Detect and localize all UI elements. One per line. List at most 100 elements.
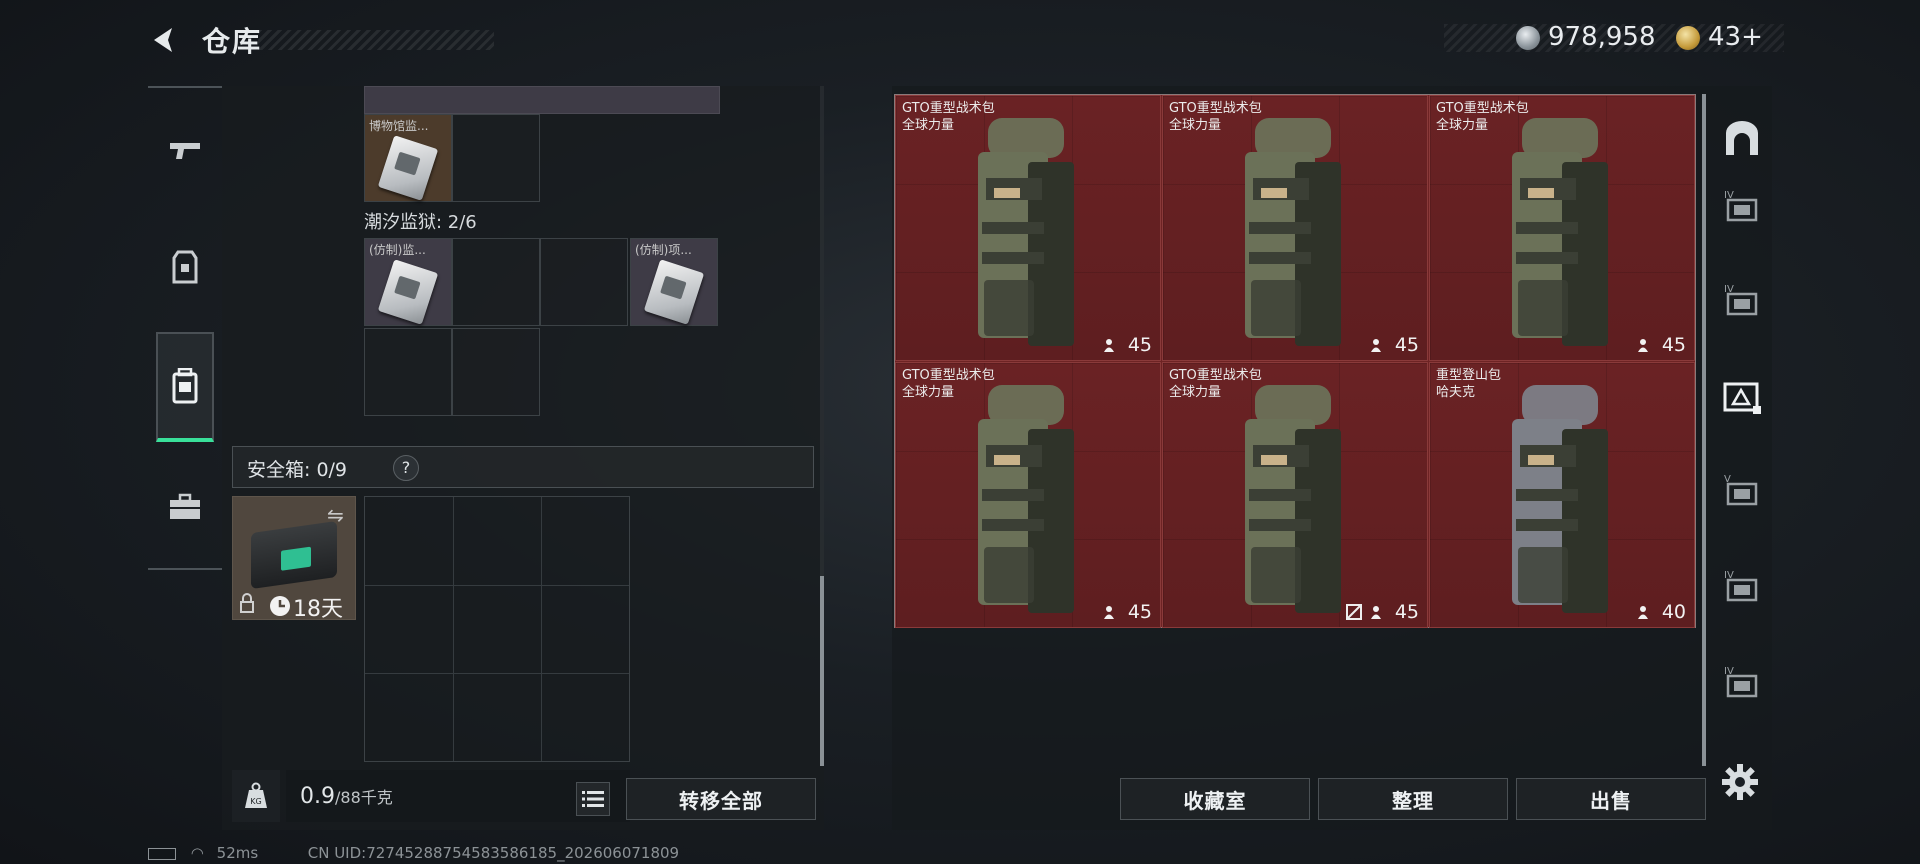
left-scrollbar-thumb[interactable] [820, 576, 824, 766]
storage-tab-4[interactable]: IV [1720, 564, 1764, 608]
briefcase-icon [170, 493, 200, 519]
settings-gear-icon[interactable] [1720, 762, 1760, 802]
backpack-name: GTO重型战术包 全球力量 [1169, 101, 1262, 133]
backpack-item-cell[interactable]: GTO重型战术包 全球力量 45 [895, 362, 1161, 628]
battery-icon [148, 847, 176, 860]
backpack-name: GTO重型战术包 全球力量 [1169, 368, 1262, 400]
storage-tab-active[interactable] [1720, 374, 1764, 418]
backpack-item-cell[interactable]: GTO重型战术包 全球力量 45 [1162, 362, 1428, 628]
weight-readout: 0.9/88千克 [300, 784, 393, 809]
backpack-name: GTO重型战术包 全球力量 [902, 101, 995, 133]
storage-tab-1[interactable]: IV [1720, 184, 1764, 228]
empty-slot[interactable] [452, 238, 540, 326]
durability-icon [1371, 339, 1381, 352]
weight-max: /88千克 [335, 788, 393, 807]
durability-icon [1638, 606, 1648, 619]
nav-case[interactable] [156, 462, 214, 552]
backpack-image [978, 118, 1074, 346]
backpack-item-cell[interactable]: GTO重型战术包 全球力量 45 [1162, 95, 1428, 361]
back-arrow-icon[interactable] [146, 22, 182, 58]
backpack-image [978, 385, 1074, 613]
durability-icon [1371, 606, 1381, 619]
backpack-grid: GTO重型战术包 全球力量 45 GTO重型战术包 全球力量 45 GTO重型战… [894, 94, 1696, 628]
backpack-value: 45 [1394, 334, 1419, 356]
safe-box-grid[interactable] [364, 496, 630, 762]
weight-icon: KG [245, 782, 267, 808]
backpack-value: 45 [1127, 334, 1152, 356]
storage-crate-active-icon [1723, 382, 1761, 414]
safe-case-image [251, 520, 337, 590]
tidal-prison-label: 潮汐监狱: 2/6 [364, 212, 477, 233]
case-days-left: 18天 [293, 597, 343, 622]
backpack-value: 40 [1661, 601, 1686, 623]
silver-coin-icon [1516, 26, 1540, 50]
storage-tab-5[interactable]: IV [1720, 660, 1764, 704]
durability-icon [1104, 339, 1114, 352]
backpack-item-cell[interactable]: GTO重型战术包 全球力量 45 [1429, 95, 1695, 361]
storage-crate-icon: V [1724, 474, 1758, 506]
backpack-name: GTO重型战术包 全球力量 [902, 368, 995, 400]
page-title: 仓库 [202, 25, 263, 58]
nav-armor[interactable] [156, 222, 214, 312]
museum-item-slot[interactable]: 博物馆监... [364, 114, 452, 202]
backpack-image [1512, 385, 1608, 613]
item-label: (仿制)项... [635, 243, 692, 257]
status-bar: ◠ 52ms CN UID:7274528875458358618​5_2026… [148, 844, 679, 862]
safe-box-header: 安全箱: 0/9 ? [232, 446, 814, 488]
transfer-all-button[interactable]: 转移全部 [626, 778, 816, 820]
storage-tab-3[interactable]: V [1720, 468, 1764, 512]
durability-icon [1638, 339, 1648, 352]
right-storage-nav: IV IV V IV IV [1708, 94, 1772, 766]
item-label: (仿制)监... [369, 243, 426, 257]
clock-icon [270, 596, 290, 616]
empty-slot[interactable] [452, 328, 540, 416]
backpack-image [1512, 118, 1608, 346]
list-icon [582, 791, 604, 807]
safe-case-tile[interactable]: ⇋ 18天 [232, 496, 356, 622]
list-view-button[interactable] [576, 782, 610, 816]
backpack-image [1245, 118, 1341, 346]
storage-crate-icon: IV [1724, 284, 1758, 316]
backpack-item-cell[interactable]: GTO重型战术包 全球力量 45 [895, 95, 1161, 361]
nav-backpack[interactable] [156, 332, 214, 442]
tidal-item-slot[interactable]: (仿制)项... [630, 238, 718, 326]
backpack-name: GTO重型战术包 全球力量 [1436, 101, 1529, 133]
gold-amount[interactable]: 43+ [1708, 22, 1763, 52]
ping-readout: 52ms [216, 844, 259, 862]
storage-tab-2[interactable]: IV [1720, 278, 1764, 322]
title-decoration [258, 30, 494, 50]
storage-crate-icon: IV [1724, 570, 1758, 602]
weight-icon-box: KG [232, 770, 280, 822]
svg-text:KG: KG [250, 797, 261, 806]
backpack-item-cell[interactable]: 重型登山包 哈夫克 40 [1429, 362, 1695, 628]
backpack-value: 45 [1661, 334, 1686, 356]
collection-room-button[interactable]: 收藏室 [1120, 778, 1310, 820]
empty-slot[interactable] [452, 114, 540, 202]
backpack-value: 45 [1127, 601, 1152, 623]
armor-vest-icon [172, 250, 198, 284]
storage-crate-icon: IV [1724, 666, 1758, 698]
storage-tab-home[interactable] [1720, 116, 1764, 160]
sell-button[interactable]: 出售 [1516, 778, 1706, 820]
storage-crate-icon: IV [1724, 190, 1758, 222]
durability-icon [1104, 606, 1114, 619]
empty-slot[interactable] [540, 238, 628, 326]
backpack-value: 45 [1394, 601, 1419, 623]
swap-icon[interactable]: ⇋ [327, 503, 344, 527]
uid-readout: CN UID:7274528875458358618​5_20260607180… [307, 844, 680, 862]
empty-slot[interactable] [364, 328, 452, 416]
silver-amount: 978,958 [1548, 22, 1656, 52]
gold-coin-icon [1676, 26, 1700, 50]
organize-button[interactable]: 整理 [1318, 778, 1508, 820]
lock-icon [240, 593, 254, 613]
arch-icon [1726, 121, 1758, 155]
backpack-image [1245, 385, 1341, 613]
wifi-icon: ◠ [190, 844, 204, 862]
nav-weapons[interactable] [156, 106, 214, 196]
case-screen [281, 546, 311, 571]
right-scrollbar-thumb[interactable] [1702, 94, 1706, 766]
tidal-item-slot[interactable]: (仿制)监... [364, 238, 452, 326]
backpack-name: 重型登山包 哈夫克 [1436, 368, 1502, 400]
help-icon[interactable]: ? [393, 455, 419, 481]
safe-box-label: 安全箱: 0/9 [247, 459, 348, 481]
